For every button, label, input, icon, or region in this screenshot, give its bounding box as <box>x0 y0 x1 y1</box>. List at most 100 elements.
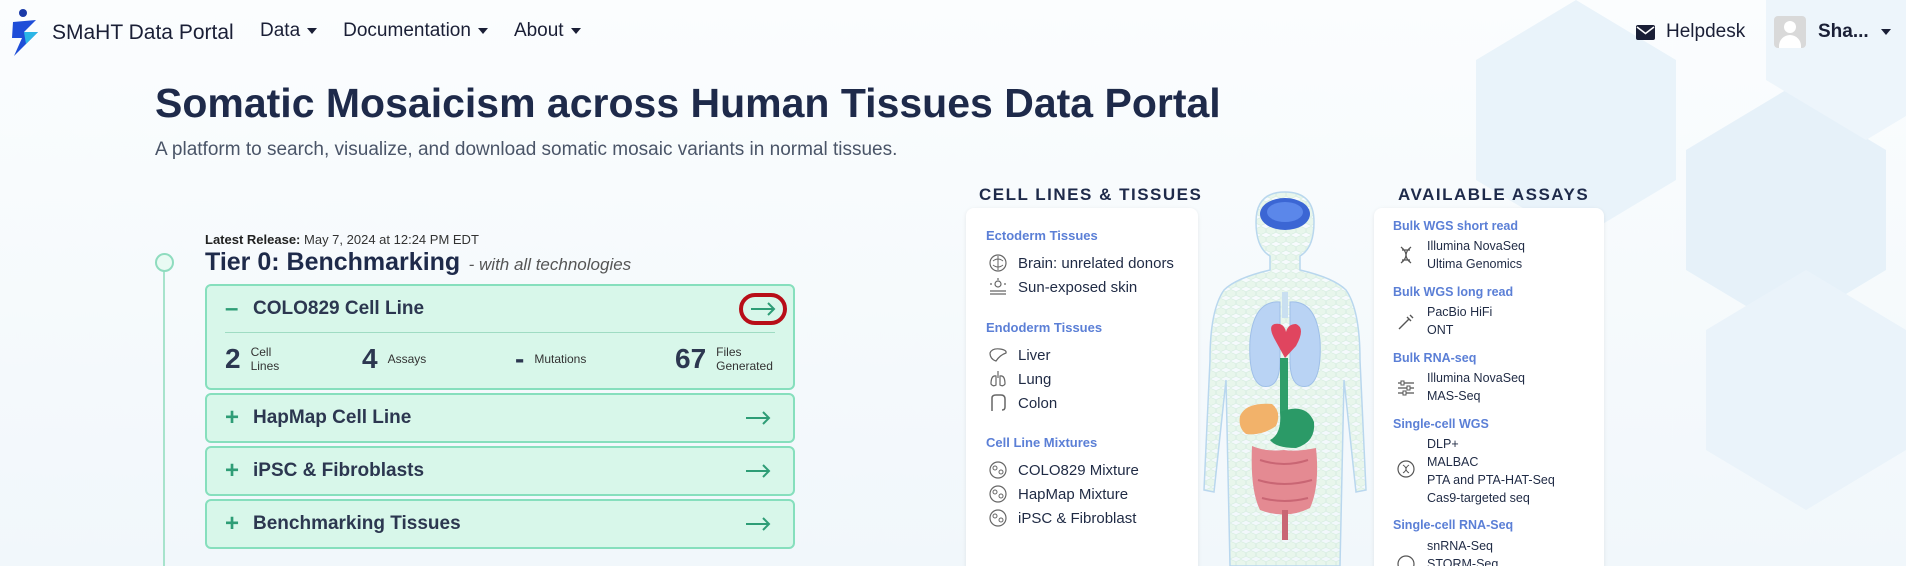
sliders-icon <box>1398 380 1414 396</box>
open-arrow-button[interactable] <box>735 457 781 485</box>
card-hapmap[interactable]: + HapMap Cell Line <box>205 393 795 443</box>
stat-label: Mutations <box>534 352 587 366</box>
stat-value: - <box>515 343 525 374</box>
cell-mixture-icon <box>988 508 1008 528</box>
open-arrow-button[interactable] <box>735 510 781 538</box>
tissue-label: Brain: unrelated donors <box>1018 254 1174 272</box>
stat-value: 4 <box>362 343 378 374</box>
skin-icon <box>988 277 1008 297</box>
colon-icon <box>988 393 1008 413</box>
menu-documentation[interactable]: Documentation <box>343 20 488 42</box>
stat-cell-lines: 2 Cell Lines <box>225 343 291 375</box>
card-ipsc-fibroblasts[interactable]: + iPSC & Fibroblasts <box>205 446 795 496</box>
chevron-down-icon <box>1880 29 1891 35</box>
card-title: Benchmarking Tissues <box>253 513 461 534</box>
expand-icon[interactable]: + <box>225 512 247 536</box>
stat-value: 2 <box>225 343 241 374</box>
tissue-item-colo829-mixture[interactable]: COLO829 Mixture <box>988 460 1139 480</box>
tier-heading: Tier 0: Benchmarking - with all technolo… <box>205 248 631 277</box>
collapse-icon[interactable]: – <box>225 297 247 321</box>
open-arrow-button[interactable] <box>739 293 787 325</box>
helpdesk-link[interactable]: Helpdesk <box>1636 21 1745 43</box>
tier-subtitle: - with all technologies <box>468 255 632 274</box>
release-date: May 7, 2024 at 12:24 PM EDT <box>304 232 479 247</box>
smaht-logo-icon <box>12 9 38 56</box>
assay-item: PacBio HiFi <box>1427 305 1493 319</box>
arrow-right-icon <box>746 464 771 478</box>
tissue-label: Liver <box>1018 346 1051 364</box>
assay-list: DLP+ MALBAC PTA and PTA-HAT-Seq Cas9-tar… <box>1427 435 1555 507</box>
expand-icon[interactable]: + <box>225 459 247 483</box>
available-assays-heading: AVAILABLE ASSAYS <box>1398 185 1590 204</box>
assay-group-bulk-wgs-short[interactable]: Bulk WGS short read <box>1393 219 1518 233</box>
cell-lines-tissues-heading: CELL LINES & TISSUES <box>979 185 1203 204</box>
assay-group-single-cell-rna[interactable]: Single-cell RNA-Seq <box>1393 518 1513 532</box>
card-title: HapMap Cell Line <box>253 407 412 428</box>
assay-group-bulk-rna[interactable]: Bulk RNA-seq <box>1393 351 1476 365</box>
menu-data[interactable]: Data <box>260 20 318 42</box>
tissue-item-skin[interactable]: Sun-exposed skin <box>988 277 1137 297</box>
latest-release: Latest Release: May 7, 2024 at 12:24 PM … <box>205 232 479 247</box>
main-menu: Data Documentation About <box>260 20 581 42</box>
card-stats: 2 Cell Lines 4 Assays - Mutations 67 Fil… <box>225 332 775 388</box>
menu-about[interactable]: About <box>514 20 581 42</box>
tissue-item-brain[interactable]: Brain: unrelated donors <box>988 253 1174 273</box>
tissue-item-ipsc-fibroblast[interactable]: iPSC & Fibroblast <box>988 508 1136 528</box>
assay-item: PTA and PTA-HAT-Seq <box>1427 473 1555 487</box>
tissue-item-colon[interactable]: Colon <box>988 393 1057 413</box>
menu-documentation-label: Documentation <box>343 20 471 41</box>
card-header[interactable]: + HapMap Cell Line <box>207 395 793 441</box>
card-header[interactable]: – COLO829 Cell Line <box>207 286 793 332</box>
timeline-dot <box>155 253 174 272</box>
tissue-label: COLO829 Mixture <box>1018 461 1139 479</box>
group-title-mixtures: Cell Line Mixtures <box>986 435 1098 450</box>
assay-list: snRNA-Seq STORM-Seq <box>1427 537 1498 566</box>
stat-mutations: - Mutations <box>515 343 586 375</box>
envelope-icon <box>1636 24 1655 40</box>
tissue-item-liver[interactable]: Liver <box>988 345 1051 365</box>
arrow-right-icon <box>746 517 771 531</box>
single-cell-rna-icon <box>1397 555 1415 566</box>
card-header[interactable]: + Benchmarking Tissues <box>207 501 793 547</box>
arrow-right-icon <box>746 411 771 425</box>
single-cell-icon <box>1397 460 1415 478</box>
brain-icon <box>988 253 1008 273</box>
tissue-item-lung[interactable]: Lung <box>988 369 1051 389</box>
human-body-illustration <box>1203 191 1367 566</box>
assay-group-bulk-wgs-long[interactable]: Bulk WGS long read <box>1393 285 1513 299</box>
card-header[interactable]: + iPSC & Fibroblasts <box>207 448 793 494</box>
card-colo829: – COLO829 Cell Line 2 Cell Lines 4 Assay… <box>205 284 795 390</box>
chevron-down-icon <box>570 28 581 34</box>
assay-item: snRNA-Seq <box>1427 539 1493 553</box>
lung-icon <box>988 369 1008 389</box>
arrow-right-icon <box>751 302 776 316</box>
brand-link[interactable]: SMaHT Data Portal <box>10 8 234 58</box>
assay-item: DLP+ <box>1427 437 1459 451</box>
tier-title: Tier 0: Benchmarking <box>205 248 461 276</box>
assay-group-single-cell-wgs[interactable]: Single-cell WGS <box>1393 417 1489 431</box>
tissue-label: iPSC & Fibroblast <box>1018 509 1137 527</box>
assay-list: PacBio HiFi ONT <box>1427 303 1492 339</box>
user-menu[interactable]: Sha... <box>1774 16 1891 48</box>
top-navbar: SMaHT Data Portal Data Documentation Abo… <box>0 0 1906 68</box>
assay-item: Ultima Genomics <box>1427 257 1523 271</box>
tissue-label: Sun-exposed skin <box>1018 278 1138 296</box>
card-title: iPSC & Fibroblasts <box>253 460 425 481</box>
username: Sha... <box>1818 21 1869 42</box>
expand-icon[interactable]: + <box>225 406 247 430</box>
cell-mixture-icon <box>988 460 1008 480</box>
chevron-down-icon <box>477 28 488 34</box>
open-arrow-button[interactable] <box>735 404 781 432</box>
page-title: Somatic Mosaicism across Human Tissues D… <box>155 80 1221 126</box>
liver-icon <box>988 345 1008 365</box>
group-title-ectoderm: Ectoderm Tissues <box>986 228 1098 243</box>
stat-label: Files Generated <box>716 345 773 373</box>
assay-item: MAS-Seq <box>1427 389 1481 403</box>
tissue-item-hapmap-mixture[interactable]: HapMap Mixture <box>988 484 1128 504</box>
card-benchmarking-tissues[interactable]: + Benchmarking Tissues <box>205 499 795 549</box>
assay-item: ONT <box>1427 323 1454 337</box>
assay-item: STORM-Seq <box>1427 557 1499 566</box>
assay-item: MALBAC <box>1427 455 1479 469</box>
stat-value: 67 <box>675 343 707 374</box>
cell-mixture-icon <box>988 484 1008 504</box>
